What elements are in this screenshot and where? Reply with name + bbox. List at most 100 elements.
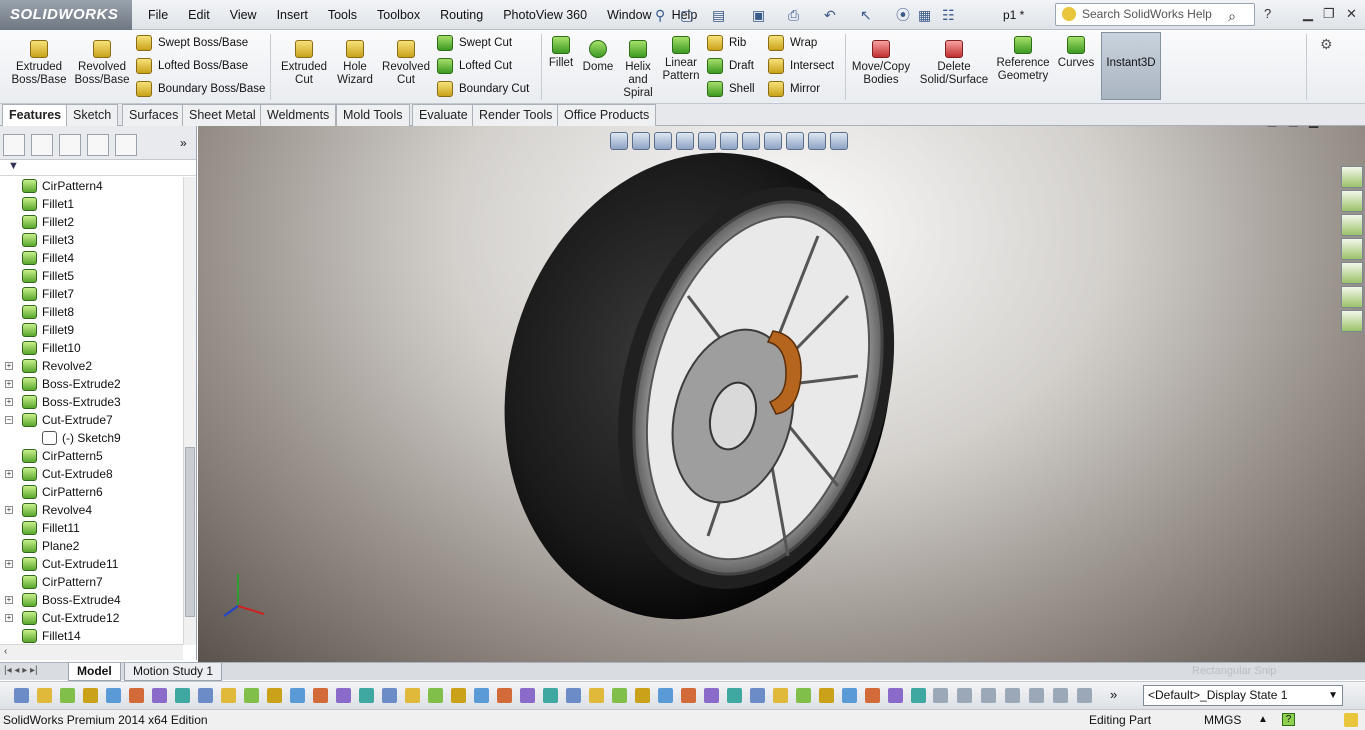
scrollbar-thumb[interactable] — [185, 447, 195, 617]
toolbar-tool-icon[interactable] — [382, 688, 397, 703]
tree-node[interactable]: + Cut-Extrude8 — [0, 465, 183, 483]
undo-icon[interactable]: ↶ — [824, 5, 836, 25]
toolbar-tool-icon[interactable] — [888, 688, 903, 703]
intersect-button[interactable]: Intersect — [768, 57, 834, 75]
menu-file[interactable]: File — [138, 6, 178, 24]
tree-node[interactable]: + Cut-Extrude11 — [0, 555, 183, 573]
toolbar-tool-icon[interactable] — [750, 688, 765, 703]
save-icon[interactable]: ▣ — [752, 5, 765, 25]
menu-edit[interactable]: Edit — [178, 6, 220, 24]
toolbar-tool-icon[interactable] — [267, 688, 282, 703]
wrap-button[interactable]: Wrap — [768, 34, 817, 52]
tab-features[interactable]: Features — [2, 104, 69, 126]
chevron-right-icon[interactable]: » — [1110, 687, 1117, 702]
tree-node[interactable]: CirPattern4 — [0, 177, 183, 195]
custom-properties-icon[interactable] — [1341, 286, 1363, 308]
design-library-icon[interactable] — [1341, 190, 1363, 212]
rebuild-icon[interactable]: ⦿ — [896, 5, 910, 25]
tree-node[interactable]: + Boss-Extrude3 — [0, 393, 183, 411]
expand-toggle-icon[interactable]: + — [5, 596, 13, 604]
extruded-boss-button[interactable]: Extruded Boss/Base — [10, 40, 68, 87]
appearances-icon[interactable] — [1341, 262, 1363, 284]
tree-node[interactable]: Fillet8 — [0, 303, 183, 321]
toolbar-tool-icon[interactable] — [175, 688, 190, 703]
toolbar-tool-icon[interactable] — [359, 688, 374, 703]
toolbar-tool-icon[interactable] — [497, 688, 512, 703]
toolbar-tool-icon[interactable] — [865, 688, 880, 703]
help-icon[interactable]: ? — [1264, 6, 1271, 21]
toolbar-tool-icon[interactable] — [336, 688, 351, 703]
expand-toggle-icon[interactable]: + — [5, 506, 13, 514]
tree-filter[interactable]: ▼ — [0, 160, 196, 176]
tree-node[interactable]: Fillet5 — [0, 267, 183, 285]
reference-geometry-button[interactable]: Reference Geometry — [994, 36, 1052, 83]
wheel-model[interactable] — [198, 126, 1365, 662]
customize-icon[interactable]: ⚙ — [1320, 36, 1333, 53]
menu-routing[interactable]: Routing — [430, 6, 493, 24]
extruded-cut-button[interactable]: Extruded Cut — [276, 40, 332, 87]
boundary-boss-button[interactable]: Boundary Boss/Base — [136, 80, 265, 98]
tree-node[interactable]: + Boss-Extrude4 — [0, 591, 183, 609]
boundary-cut-button[interactable]: Boundary Cut — [437, 80, 529, 98]
hole-wizard-button[interactable]: Hole Wizard — [330, 40, 380, 87]
expand-toggle-icon[interactable]: − — [5, 416, 13, 424]
tree-horizontal-scrollbar[interactable]: ‹ — [0, 644, 183, 660]
toolbar-tool-icon[interactable] — [704, 688, 719, 703]
menu-view[interactable]: View — [220, 6, 267, 24]
menu-photoview[interactable]: PhotoView 360 — [493, 6, 597, 24]
tree-node[interactable]: (-) Sketch9 — [0, 429, 183, 447]
tree-scrollbar[interactable] — [183, 177, 196, 645]
display-manager-icon[interactable] — [115, 134, 137, 156]
dimxpert-icon[interactable] — [87, 134, 109, 156]
file-properties-icon[interactable]: ▦ — [918, 5, 931, 25]
menu-window[interactable]: Window — [597, 6, 661, 24]
view-palette-icon[interactable] — [1341, 238, 1363, 260]
expand-toggle-icon[interactable]: + — [5, 614, 13, 622]
menu-tools[interactable]: Tools — [318, 6, 367, 24]
helix-spiral-button[interactable]: Helix and Spiral — [620, 40, 656, 100]
toolbar-tool-icon[interactable] — [566, 688, 581, 703]
draft-button[interactable]: Draft — [707, 57, 754, 75]
tree-node[interactable]: Fillet11 — [0, 519, 183, 537]
graphics-area[interactable]: ◫ ◧ ▁ ❐ ✕ — [198, 126, 1365, 662]
expand-toggle-icon[interactable]: + — [5, 362, 13, 370]
toolbar-tool-icon[interactable] — [681, 688, 696, 703]
toolbar-tool-icon[interactable] — [14, 688, 29, 703]
toolbar-tool-icon[interactable] — [428, 688, 443, 703]
toolbar-tool-icon[interactable] — [244, 688, 259, 703]
tooltip-icon[interactable] — [1344, 713, 1358, 727]
tab-scroll-arrows[interactable]: |◂ ◂ ▸ ▸| — [4, 665, 38, 676]
fillet-button[interactable]: Fillet — [545, 36, 577, 70]
tab-surfaces[interactable]: Surfaces — [122, 104, 186, 126]
toolbar-tool-icon[interactable] — [635, 688, 650, 703]
tab-sketch[interactable]: Sketch — [66, 104, 119, 126]
restore-icon[interactable]: ❐ — [1323, 6, 1335, 22]
layout-tool-icon[interactable] — [1077, 688, 1092, 703]
property-manager-icon[interactable] — [31, 134, 53, 156]
tree-node[interactable]: Fillet2 — [0, 213, 183, 231]
open-icon[interactable]: ▤ — [712, 5, 725, 25]
tab-motion-study[interactable]: Motion Study 1 — [124, 663, 223, 681]
toolbar-tool-icon[interactable] — [83, 688, 98, 703]
tree-node[interactable]: Fillet4 — [0, 249, 183, 267]
tree-node[interactable]: Fillet3 — [0, 231, 183, 249]
tab-sheet-metal[interactable]: Sheet Metal — [182, 104, 263, 126]
tree-node[interactable]: + Cut-Extrude12 — [0, 609, 183, 627]
layout-tool-icon[interactable] — [1029, 688, 1044, 703]
tree-node[interactable]: + Revolve4 — [0, 501, 183, 519]
toolbar-tool-icon[interactable] — [819, 688, 834, 703]
layout-tool-icon[interactable] — [957, 688, 972, 703]
toolbar-tool-icon[interactable] — [198, 688, 213, 703]
tree-node[interactable]: Fillet10 — [0, 339, 183, 357]
toolbar-tool-icon[interactable] — [520, 688, 535, 703]
tab-weldments[interactable]: Weldments — [260, 104, 337, 126]
swept-boss-button[interactable]: Swept Boss/Base — [136, 34, 248, 52]
revolved-cut-button[interactable]: Revolved Cut — [380, 40, 432, 87]
layout-tool-icon[interactable] — [1053, 688, 1068, 703]
toolbar-tool-icon[interactable] — [911, 688, 926, 703]
resources-icon[interactable] — [1341, 166, 1363, 188]
expand-toggle-icon[interactable]: + — [5, 380, 13, 388]
toolbar-tool-icon[interactable] — [37, 688, 52, 703]
toolbar-tool-icon[interactable] — [60, 688, 75, 703]
expand-toggle-icon[interactable]: + — [5, 398, 13, 406]
